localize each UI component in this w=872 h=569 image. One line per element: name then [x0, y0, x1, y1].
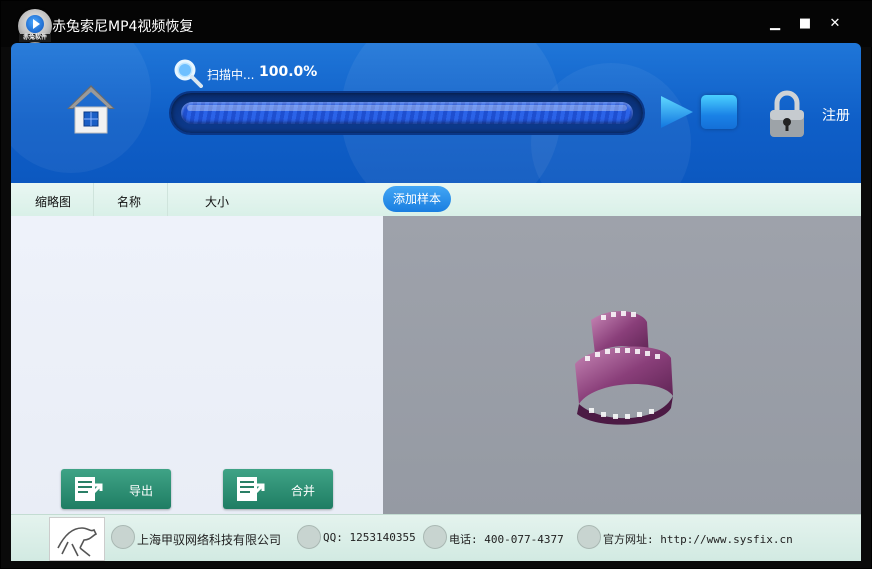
- footer-bar: 上海甲驭网络科技有限公司 QQ: 1253140355 电话: 400-077-…: [11, 514, 861, 561]
- column-size[interactable]: 大小: [205, 193, 229, 210]
- film-reel-icon: [575, 311, 673, 425]
- header-panel: 扫描中... 100.0% 注册: [11, 43, 861, 183]
- play-icon[interactable]: [659, 94, 695, 130]
- app-logo-icon: 赤兔软件: [18, 9, 52, 43]
- export-label: 导出: [129, 484, 154, 498]
- logo-tag: 赤兔软件: [19, 34, 51, 42]
- add-sample-button[interactable]: 添加样本: [383, 186, 451, 212]
- phone-number: 电话: 400-077-4377: [449, 533, 564, 546]
- scan-progress-bar: [171, 93, 643, 133]
- building-icon: [111, 525, 135, 549]
- maximize-button[interactable]: ■: [793, 14, 817, 34]
- column-thumbnail[interactable]: 缩略图: [35, 193, 71, 210]
- register-link[interactable]: 注册: [822, 105, 850, 125]
- scan-status-label: 扫描中...: [207, 68, 255, 82]
- preview-panel: [383, 216, 861, 514]
- file-list-panel[interactable]: 导出 合并: [11, 216, 383, 514]
- website-link[interactable]: 官方网址: http://www.sysfix.cn: [603, 531, 793, 547]
- merge-button[interactable]: 合并: [223, 469, 333, 509]
- merge-label: 合并: [291, 484, 316, 498]
- search-icon: [174, 59, 203, 88]
- column-divider: [167, 183, 168, 216]
- stop-button[interactable]: [701, 95, 737, 129]
- column-divider: [93, 183, 94, 216]
- lock-icon[interactable]: [767, 89, 807, 139]
- minimize-button[interactable]: ▁: [763, 14, 787, 34]
- window-title: 赤兔索尼MP4视频恢复: [52, 19, 194, 35]
- title-bar[interactable]: 赤兔软件 赤兔索尼MP4视频恢复 ▁ ■ ✕: [1, 1, 872, 47]
- home-icon[interactable]: [63, 81, 119, 137]
- globe-icon: [577, 525, 601, 549]
- qq-number[interactable]: QQ: 1253140355: [323, 531, 416, 544]
- app-window: 赤兔软件 赤兔索尼MP4视频恢复 ▁ ■ ✕ 扫描中... 100.0% 注册 …: [0, 0, 872, 569]
- column-header-bar: 缩略图 名称 大小 添加样本: [11, 183, 861, 217]
- scan-percent: 100.0%: [259, 64, 318, 80]
- export-button[interactable]: 导出: [61, 469, 171, 509]
- column-name[interactable]: 名称: [117, 193, 141, 210]
- export-icon: [75, 477, 103, 501]
- progress-fill: [181, 102, 633, 124]
- company-name: 上海甲驭网络科技有限公司: [137, 533, 282, 547]
- phone-icon: [423, 525, 447, 549]
- close-button[interactable]: ✕: [823, 14, 847, 34]
- qq-icon: [297, 525, 321, 549]
- company-logo: [49, 517, 105, 561]
- merge-icon: [237, 477, 265, 501]
